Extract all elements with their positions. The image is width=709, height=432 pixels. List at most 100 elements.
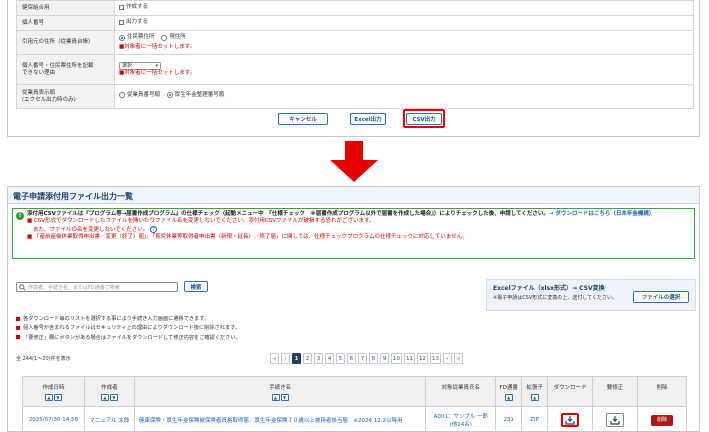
notice-red-2: また、ファイルの名を変更しないでください。 bbox=[33, 226, 149, 233]
list-item: 『要修正』欄にボタンがある場合はファイルをダウンロードして修正内容をご確認くださ… bbox=[16, 334, 241, 343]
reason-note: 対象者に一括セットします。 bbox=[124, 70, 196, 77]
row-date[interactable]: 2025/07/30 14:58 bbox=[22, 406, 85, 431]
checkbox-icon bbox=[119, 4, 124, 10]
pager-page-12[interactable]: 12 bbox=[417, 353, 428, 364]
col-header-ext: 拡張子 ▲ bbox=[521, 376, 549, 407]
col-header-creator: 作成者 ▲ ▼ bbox=[83, 376, 135, 407]
sort-asc-icon[interactable]: ▲ bbox=[100, 394, 109, 401]
address-source-label: 引用元の住所（従業員台帳） bbox=[16, 30, 115, 55]
row-employee[interactable]: A001：サンプル 一郎 (他14名) bbox=[425, 406, 497, 431]
csv-export-button[interactable]: CSV出力 bbox=[406, 113, 442, 125]
chevron-down-icon: ▾ bbox=[155, 62, 158, 69]
jpension-download-link[interactable]: → ダウンロードはこちら（日本年金機構） bbox=[549, 211, 655, 217]
download-button[interactable] bbox=[561, 413, 580, 427]
my-number-checkbox[interactable]: 出力する bbox=[119, 19, 148, 26]
pager-page-9[interactable]: 9 bbox=[380, 353, 389, 364]
search-icon bbox=[19, 283, 26, 291]
row-fd: 231 bbox=[495, 406, 523, 431]
radio-icon bbox=[119, 34, 125, 41]
col-header-employee: 対象従業員氏名 bbox=[425, 376, 497, 407]
pager-page-1[interactable]: 1 bbox=[292, 353, 301, 364]
sort-desc-icon[interactable]: ▼ bbox=[280, 394, 289, 401]
excel-export-button[interactable]: Excel出力 bbox=[350, 113, 386, 125]
bullet-icon bbox=[16, 316, 20, 321]
list-item: 個人番号が含まれるファイルはセキュリティ上の理由によりダウンロード後に削除されま… bbox=[16, 324, 241, 333]
col-header-delete: 削除 bbox=[637, 376, 687, 407]
sort-asc-icon[interactable]: ▲ bbox=[271, 394, 280, 401]
down-arrow-icon bbox=[330, 141, 378, 182]
pager-page-3[interactable]: 3 bbox=[314, 353, 323, 364]
reason-label: 個人番号・住民票住所を記載 できない理由 bbox=[16, 54, 115, 85]
display-order-label: 従業員表示順 (エクセル出力時のみ) bbox=[16, 84, 115, 109]
sort-desc-icon[interactable]: ▼ bbox=[53, 394, 62, 401]
sort-asc-icon[interactable]: ▲ bbox=[530, 394, 539, 401]
radio-icon bbox=[119, 92, 125, 99]
page-title: 電子申請添付用ファイル出力一覧 bbox=[8, 187, 699, 204]
fix-download-button[interactable] bbox=[606, 413, 625, 427]
radio-current-address[interactable]: 現住所 bbox=[161, 34, 186, 41]
row-ext: ZIP bbox=[521, 406, 549, 431]
pager-page-6[interactable]: 6 bbox=[347, 353, 356, 364]
export-settings-table: 健保組合用 作成する 個人番号 出力する 引用元の住所（従業員台帳） 住民票住所… bbox=[16, 0, 694, 109]
download-icon bbox=[610, 415, 620, 425]
pager-page-13[interactable]: 13 bbox=[430, 353, 441, 364]
info-bullets: 各ダウンロード毎のリストを選択する事により手続き入力画面に遷移できます。 個人番… bbox=[16, 315, 241, 343]
screenshot-root: 健保組合用 作成する 個人番号 出力する 引用元の住所（従業員台帳） 住民票住所… bbox=[0, 0, 709, 432]
pager-next[interactable]: › bbox=[443, 353, 452, 364]
radio-resident-address[interactable]: 住民票住所 bbox=[119, 34, 155, 41]
bullet-icon bbox=[16, 335, 20, 340]
radio-icon bbox=[166, 92, 173, 99]
excel-to-csv-box: Excelファイル（xlsx形式）→ CSV変換 ※電子申請はCSV形式に変換の… bbox=[486, 279, 696, 311]
pager-prev[interactable]: ‹ bbox=[281, 353, 290, 364]
file-list-table: 作成日時 ▲ ▼ 作成者 ▲ ▼ 手続き名 ▲ ▼ 対象従業員氏名 FD通番 ▲ 拡張子 ▲ ダ… bbox=[22, 376, 687, 431]
checkbox-icon bbox=[119, 19, 124, 25]
my-number-label: 個人番号 bbox=[16, 15, 115, 31]
notice-main-text: 添付用CSVファイルは『プログラム等→届書作成プログラム』の仕様チェック（起動メ… bbox=[27, 211, 549, 217]
pager-page-8[interactable]: 8 bbox=[369, 353, 378, 364]
sort-desc-icon[interactable]: ▼ bbox=[109, 394, 118, 401]
pager-page-7[interactable]: 7 bbox=[358, 353, 367, 364]
delete-button[interactable]: 削除 bbox=[651, 414, 673, 426]
notice-red-1: CSV形式でダウンロードしたファイルを開いたりファイル名を変更しないでください。… bbox=[33, 218, 375, 225]
row-procedure[interactable]: 健康保険・厚生年金保険被保険者資格取得届／厚生年金保険７０歳以上被用者該当届 ※… bbox=[133, 406, 427, 431]
kenpo-label: 健保組合用 bbox=[16, 0, 115, 16]
pager-page-5[interactable]: 5 bbox=[336, 353, 345, 364]
pager-page-2[interactable]: 2 bbox=[303, 353, 312, 364]
result-count: 全 244(1〜20)件を表示 bbox=[16, 356, 71, 362]
download-icon bbox=[565, 415, 575, 425]
bullet-icon bbox=[16, 325, 20, 330]
export-settings-panel: 健保組合用 作成する 個人番号 出力する 引用元の住所（従業員台帳） 住民票住所… bbox=[7, 0, 700, 137]
help-icon[interactable]: ? bbox=[150, 225, 158, 233]
notice-box: ! 添付用CSVファイルは『プログラム等→届書作成プログラム』の仕様チェック（起… bbox=[12, 208, 695, 259]
col-header-date: 作成日時 ▲ ▼ bbox=[22, 376, 85, 407]
table-row[interactable]: 2025/07/30 14:58 マニュアル 太郎 健康保険・厚生年金保険被保険… bbox=[22, 406, 687, 431]
info-icon: ! bbox=[16, 212, 24, 220]
pager-page-4[interactable]: 4 bbox=[325, 353, 334, 364]
radio-employee-number-order[interactable]: 従業員番号順 bbox=[119, 92, 160, 99]
pager-page-10[interactable]: 10 bbox=[391, 353, 402, 364]
reason-select[interactable]: 選択 ▾ bbox=[119, 62, 161, 71]
row-creator[interactable]: マニュアル 太郎 bbox=[83, 406, 135, 431]
col-header-download: ダウンロード bbox=[547, 376, 594, 407]
sort-asc-icon[interactable]: ▲ bbox=[504, 394, 513, 401]
search-button[interactable]: 検索 bbox=[184, 281, 208, 292]
pager-first[interactable]: « bbox=[270, 353, 279, 364]
radio-pension-number-order[interactable]: 厚生年金整理番号順 bbox=[166, 92, 224, 99]
search-input[interactable]: 作成者、手続き名、またはFD通番で検索 bbox=[16, 282, 178, 292]
table-header-row: 作成日時 ▲ ▼ 作成者 ▲ ▼ 手続き名 ▲ ▼ 対象従業員氏名 FD通番 ▲ 拡張子 ▲ ダ… bbox=[22, 376, 687, 407]
radio-icon bbox=[161, 34, 168, 41]
excel-convert-title: Excelファイル（xlsx形式）→ CSV変換 bbox=[493, 285, 605, 292]
file-select-button[interactable]: ファイルの選択 bbox=[633, 291, 689, 303]
col-header-procedure: 手続き名 ▲ ▼ bbox=[133, 376, 427, 407]
pager-page-11[interactable]: 11 bbox=[404, 353, 415, 364]
col-header-fd: FD通番 ▲ bbox=[495, 376, 523, 407]
pagination: « ‹ 1 2 3 4 5 6 7 8 9 10 11 12 13 › » bbox=[270, 353, 463, 364]
cancel-button[interactable]: キャンセル bbox=[278, 113, 328, 125]
kenpo-checkbox[interactable]: 作成する bbox=[119, 4, 148, 11]
sort-asc-icon[interactable]: ▲ bbox=[44, 394, 53, 401]
address-note: 対象者に一括セットします。 bbox=[124, 43, 196, 50]
notice-red-3: 「産前産後休業取得申出書／変更（終了）届」、「育児休業等取得者申出書（新規・延長… bbox=[33, 234, 468, 241]
file-output-list-panel: 電子申請添付用ファイル出力一覧 ! 添付用CSVファイルは『プログラム等→届書作… bbox=[7, 186, 700, 432]
list-item: 各ダウンロード毎のリストを選択する事により手続き入力画面に遷移できます。 bbox=[16, 315, 241, 324]
pager-last[interactable]: » bbox=[454, 353, 463, 364]
